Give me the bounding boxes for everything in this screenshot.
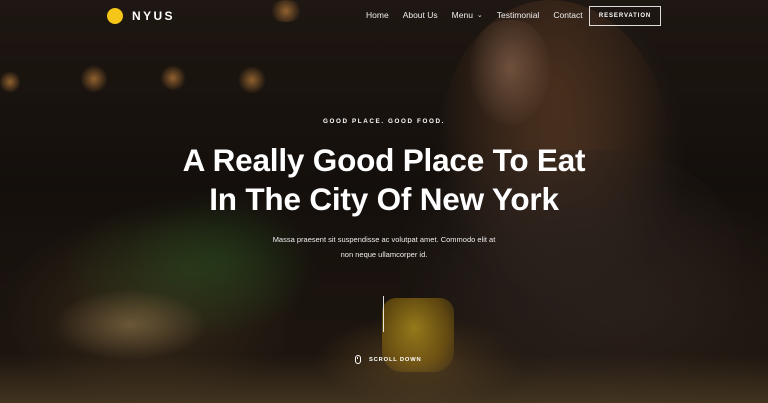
logo[interactable]: NYUS [107, 8, 175, 24]
hero-headline-line-1: A Really Good Place To Eat [182, 142, 586, 178]
chevron-down-icon: ⌄ [476, 12, 483, 19]
nav-menu[interactable]: Menu ⌄ [452, 10, 483, 20]
nav-about-us[interactable]: About Us [403, 10, 438, 20]
hero-description-line-1: Massa praesent sit suspendisse ac volutp… [272, 235, 496, 244]
hero-description-line-2: non neque ullamcorper id. [340, 250, 428, 259]
scroll-down-label: SCROLL DOWN [369, 356, 422, 363]
hero-section: NYUS Home About Us Menu ⌄ Testimonial Co… [0, 0, 768, 403]
scroll-divider [383, 296, 384, 332]
logo-text: NYUS [132, 9, 175, 23]
hero-description: Massa praesent sit suspendisse ac volutp… [0, 232, 768, 262]
nav-home[interactable]: Home [366, 10, 389, 20]
scroll-down-link[interactable]: SCROLL DOWN [355, 355, 422, 364]
main-nav: Home About Us Menu ⌄ Testimonial Contact [366, 10, 597, 20]
logo-dot-icon [107, 8, 123, 24]
nav-testimonial[interactable]: Testimonial [497, 10, 540, 20]
hero-headline: A Really Good Place To Eat In The City O… [0, 141, 768, 219]
reservation-button[interactable]: RESERVATION [589, 6, 661, 26]
hero-headline-line-2: In The City Of New York [209, 181, 559, 217]
nav-menu-label: Menu [451, 10, 473, 20]
mouse-icon [355, 355, 361, 364]
hero-kicker: GOOD PLACE. GOOD FOOD. [323, 118, 445, 125]
nav-contact[interactable]: Contact [553, 10, 582, 20]
